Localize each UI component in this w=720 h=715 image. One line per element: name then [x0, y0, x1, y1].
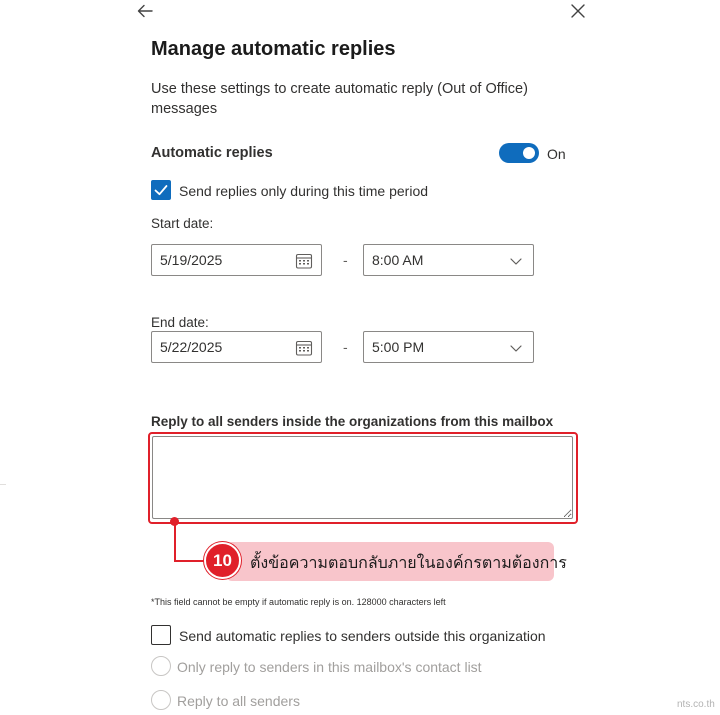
end-date-label: End date:: [151, 315, 209, 330]
range-separator: -: [343, 339, 348, 355]
step-number-badge: 10: [204, 542, 241, 579]
time-period-checkbox-label[interactable]: Send replies only during this time perio…: [179, 183, 428, 199]
outside-replies-checkbox[interactable]: [151, 625, 171, 645]
chevron-down-icon: [506, 251, 526, 271]
page-description: Use these settings to create automatic r…: [151, 81, 528, 117]
page-title: Manage automatic replies: [151, 38, 396, 60]
end-time-value: 5:00 PM: [372, 339, 425, 355]
start-time-value: 8:00 AM: [372, 252, 424, 268]
calendar-icon[interactable]: [294, 251, 314, 271]
toggle-state-label: On: [547, 146, 566, 162]
range-separator: -: [343, 252, 348, 268]
field-hint: *This field cannot be empty if automatic…: [151, 597, 446, 607]
inside-reply-textarea[interactable]: [152, 436, 573, 519]
chevron-down-icon: [506, 338, 526, 358]
end-time-select[interactable]: 5:00 PM: [363, 331, 534, 363]
callout-text: ตั้งข้อความตอบกลับภายในองค์กรตามต้องการ: [250, 555, 567, 572]
inside-reply-label: Reply to all senders inside the organiza…: [151, 414, 554, 429]
automatic-replies-toggle[interactable]: [499, 143, 539, 163]
time-period-checkbox[interactable]: [151, 180, 171, 200]
radio-contact-list-only[interactable]: [151, 656, 171, 676]
radio-all-senders[interactable]: [151, 690, 171, 710]
automatic-replies-label: Automatic replies: [151, 145, 273, 161]
divider: [0, 484, 6, 485]
calendar-icon[interactable]: [294, 338, 314, 358]
callout-connector: [174, 560, 208, 562]
toggle-knob: [523, 147, 535, 159]
start-time-select[interactable]: 8:00 AM: [363, 244, 534, 276]
radio-contact-list-only-label[interactable]: Only reply to senders in this mailbox's …: [177, 659, 482, 675]
start-date-input[interactable]: 5/19/2025: [151, 244, 322, 276]
checkmark-icon: [154, 185, 168, 196]
watermark: nts.co.th: [677, 699, 715, 710]
end-date-input[interactable]: 5/22/2025: [151, 331, 322, 363]
start-date-value: 5/19/2025: [160, 252, 223, 268]
back-arrow-icon[interactable]: [132, 0, 156, 24]
outside-replies-checkbox-label[interactable]: Send automatic replies to senders outsid…: [179, 628, 546, 644]
end-date-value: 5/22/2025: [160, 339, 223, 355]
callout-connector: [174, 521, 176, 562]
start-date-label: Start date:: [151, 216, 214, 231]
radio-all-senders-label[interactable]: Reply to all senders: [177, 693, 300, 709]
close-icon[interactable]: [566, 0, 590, 24]
